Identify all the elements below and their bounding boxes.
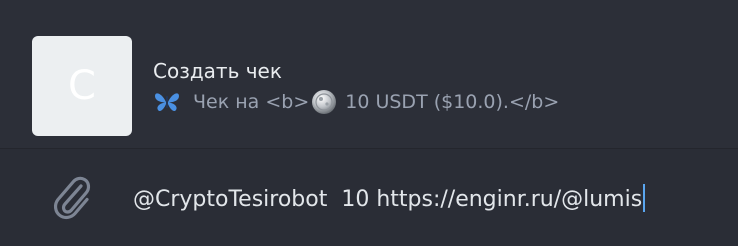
result-title: Создать чек bbox=[153, 59, 282, 83]
description-text-start: Чек на <b> bbox=[193, 91, 310, 113]
inline-result-item[interactable]: C Создать чек Чек на <b> 10 USDT ($10.0)… bbox=[0, 0, 738, 149]
message-input[interactable]: @CryptoTesirobot 10 https://enginr.ru/@l… bbox=[133, 184, 646, 215]
coin-icon bbox=[312, 90, 337, 114]
message-input-value: @CryptoTesirobot 10 https://enginr.ru/@l… bbox=[133, 187, 643, 212]
description-text-end: 10 USDT ($10.0).</b> bbox=[345, 91, 560, 113]
result-thumbnail: C bbox=[32, 36, 132, 136]
thumbnail-letter: C bbox=[68, 63, 96, 109]
result-description: Чек на <b> 10 USDT ($10.0).</b> bbox=[153, 88, 559, 116]
app-window: C Создать чек Чек на <b> 10 USDT ($10.0)… bbox=[0, 0, 738, 246]
paperclip-icon[interactable] bbox=[48, 172, 96, 224]
text-caret bbox=[643, 184, 646, 212]
butterfly-icon bbox=[155, 93, 179, 112]
